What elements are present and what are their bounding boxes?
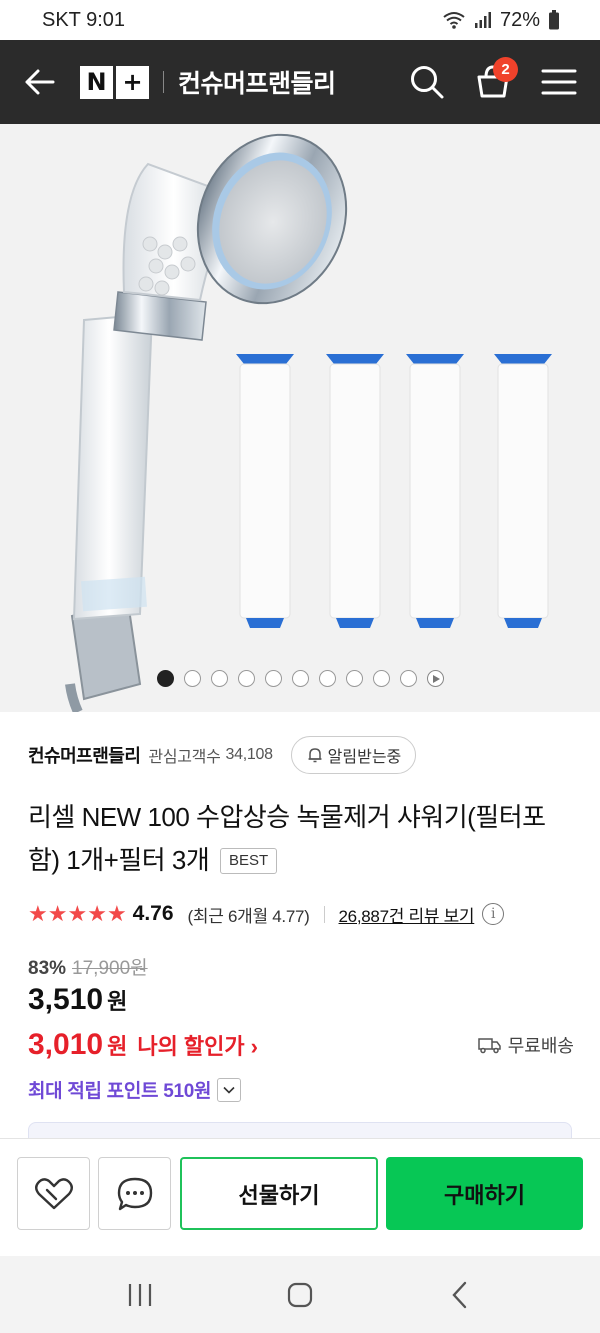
- gallery-dot[interactable]: [156, 670, 174, 687]
- my-price-row[interactable]: 3,010 원 나의 할인가 › 무료배송: [28, 1028, 574, 1062]
- cart-button[interactable]: 2: [460, 40, 526, 124]
- best-badge: BEST: [220, 848, 278, 874]
- gallery-dot[interactable]: [237, 670, 255, 687]
- product-title: 리셀 NEW 100 수압상승 녹물제거 샤워기(필터포함) 1개+필터 3개: [28, 802, 546, 875]
- followers-label: 관심고객수: [148, 749, 221, 766]
- alarm-button[interactable]: 알림받는중: [290, 736, 417, 774]
- chat-bubble-icon: [117, 1177, 152, 1210]
- gallery-dot[interactable]: [372, 670, 390, 687]
- chevron-down-icon: [223, 1086, 235, 1094]
- logo-divider: [163, 71, 164, 93]
- rating-divider: [323, 905, 325, 923]
- menu-button[interactable]: [526, 40, 592, 124]
- battery-icon: [549, 10, 559, 30]
- star-icon: ★: [87, 901, 107, 926]
- signal-icon: [474, 12, 491, 28]
- product-image: [65, 133, 552, 712]
- shipping-info: 무료배송: [478, 1032, 574, 1058]
- wishlist-button[interactable]: [17, 1157, 90, 1230]
- status-bar: SKT 9:01 72%: [0, 0, 600, 40]
- gallery-dot[interactable]: [291, 670, 309, 687]
- sale-price: 3,510: [28, 983, 104, 1016]
- logo-plus: +: [116, 65, 149, 99]
- star-icon: ★: [106, 901, 127, 926]
- search-button[interactable]: [394, 40, 460, 124]
- chevron-right-icon: ›: [250, 1034, 258, 1059]
- header-actions: 2: [394, 40, 600, 124]
- buy-button[interactable]: 구매하기: [386, 1157, 583, 1230]
- points-row: 최대 적립 포인트 510원: [28, 1076, 242, 1103]
- store-name[interactable]: 컨슈머프랜들리: [28, 742, 141, 768]
- bottom-action-bar: 선물하기 구매하기: [0, 1138, 600, 1256]
- status-indicators: 72%: [442, 9, 560, 32]
- home-icon: [287, 1282, 313, 1307]
- video-play-icon[interactable]: [426, 670, 444, 687]
- review-link[interactable]: 26,887건 리뷰 보기: [339, 902, 475, 927]
- store-info-row: 컨슈머프랜들리 관심고객수 34,108 알림받는중: [28, 734, 572, 776]
- my-price-label: 나의 할인가: [137, 1034, 245, 1059]
- star-icon: ★: [47, 901, 68, 926]
- gallery-dot[interactable]: [318, 670, 336, 687]
- star-icon: ★: [67, 901, 88, 926]
- discount-rate: 83%: [28, 958, 67, 979]
- points-expand-button[interactable]: [217, 1077, 242, 1102]
- app-header: N + 컨슈머프랜들리 2: [0, 40, 600, 124]
- gallery-dot[interactable]: [345, 670, 363, 687]
- star-icon: ★: [28, 901, 48, 926]
- alarm-label: 알림받는중: [327, 749, 402, 766]
- home-button[interactable]: [270, 1265, 330, 1325]
- discount-row: 83% 17,900원: [28, 953, 148, 980]
- info-icon[interactable]: i: [482, 903, 505, 925]
- header-store-name[interactable]: 컨슈머프랜들리: [178, 64, 336, 100]
- search-icon: [411, 66, 444, 99]
- shipping-label: 무료배송: [507, 1036, 574, 1056]
- heart-icon: [34, 1177, 73, 1209]
- star-rating: ★ ★ ★ ★ ★: [28, 903, 127, 925]
- truck-icon: [478, 1038, 501, 1054]
- bell-icon: [308, 748, 322, 763]
- naver-plus-logo[interactable]: N +: [80, 65, 149, 99]
- product-title-block: 리셀 NEW 100 수압상승 녹물제거 샤워기(필터포함) 1개+필터 3개 …: [28, 796, 576, 882]
- back-arrow-icon: [25, 69, 55, 95]
- wifi-icon: [443, 12, 465, 29]
- system-nav-bar: [0, 1256, 600, 1333]
- gallery-dot[interactable]: [264, 670, 282, 687]
- recent-apps-button[interactable]: [110, 1265, 170, 1325]
- followers-count: 34,108: [225, 746, 273, 763]
- recent-apps-icon: [128, 1283, 152, 1306]
- hamburger-menu-icon: [541, 69, 577, 95]
- system-back-button[interactable]: [430, 1265, 490, 1325]
- rating-row: ★ ★ ★ ★ ★ 4.76 (최근 6개월 4.77) 26,887건 리뷰 …: [28, 898, 572, 930]
- original-price: 17,900원: [72, 958, 148, 979]
- gallery-dot[interactable]: [183, 670, 201, 687]
- gift-button[interactable]: 선물하기: [180, 1157, 378, 1230]
- carrier-time: SKT 9:01: [42, 8, 126, 31]
- back-button[interactable]: [0, 40, 80, 124]
- gallery-dot[interactable]: [210, 670, 228, 687]
- cart-count-badge: 2: [493, 57, 518, 82]
- filter-cartridges: [236, 354, 552, 628]
- battery-percent: 72%: [499, 8, 540, 31]
- product-image-gallery[interactable]: [0, 124, 600, 712]
- logo-n: N: [80, 65, 113, 99]
- gallery-dot[interactable]: [399, 670, 417, 687]
- my-price-unit: 원: [107, 1034, 128, 1059]
- my-discount-price: 3,010: [28, 1028, 104, 1061]
- talk-button[interactable]: [98, 1157, 171, 1230]
- chevron-left-icon: [452, 1281, 467, 1308]
- gallery-pagination: [0, 670, 600, 687]
- max-points: 최대 적립 포인트 510원: [28, 1081, 212, 1102]
- price-row: 3,510 원: [28, 983, 127, 1017]
- price-unit: 원: [107, 989, 128, 1014]
- rating-value: 4.76: [132, 902, 174, 925]
- recent-rating: (최근 6개월 4.77): [187, 906, 310, 926]
